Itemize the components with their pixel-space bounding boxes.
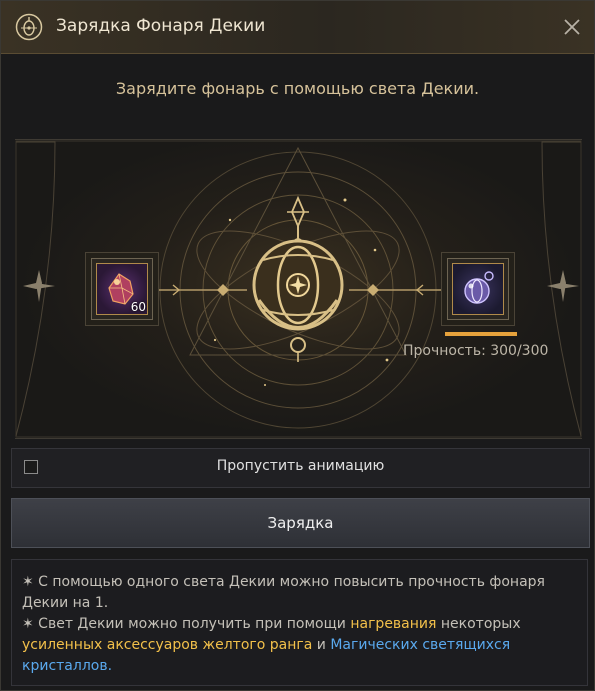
charge-button[interactable]: Зарядка <box>11 498 590 548</box>
output-item-slot[interactable] <box>447 258 509 320</box>
note-line-1: ✶ С помощью одного света Декии можно пов… <box>22 574 545 611</box>
title-bar: Зарядка Фонаря Декии <box>1 1 594 54</box>
right-star-icon <box>547 270 579 302</box>
note-line-2-end: . <box>107 658 113 674</box>
item-count: 60 <box>130 300 146 314</box>
highlight-accessories: усиленных аксессуаров желтого ранга <box>22 637 313 653</box>
durability-label: Прочность: 300/300 <box>403 343 549 359</box>
left-star-icon <box>23 270 55 302</box>
skip-animation-row[interactable]: Пропустить анимацию <box>11 448 590 488</box>
skip-animation-label: Пропустить анимацию <box>216 458 385 474</box>
note-line-2-and: и <box>312 637 331 653</box>
charge-button-label: Зарядка <box>267 514 334 532</box>
durability-fill <box>445 332 517 336</box>
lantern-charge-window: Зарядка Фонаря Декии Зарядите фонарь с п… <box>0 0 595 691</box>
charge-stage: 60 <box>15 139 582 439</box>
note-line-2: ✶ Свет Декии можно получить при помощи н… <box>22 614 577 677</box>
note-line-2-prefix: ✶ Свет Декии можно получить при помощи <box>22 616 351 632</box>
close-icon[interactable] <box>560 15 584 39</box>
input-item-slot[interactable]: 60 <box>91 258 153 320</box>
durability-bar <box>445 332 517 336</box>
highlight-heating: нагревания <box>350 616 437 632</box>
info-notes: ✶ С помощью одного света Декии можно пов… <box>11 559 588 686</box>
notes-text: ✶ С помощью одного света Декии можно пов… <box>22 572 577 677</box>
note-line-2-mid: некоторых <box>436 616 521 632</box>
instruction-text: Зарядите фонарь с помощью света Декии. <box>115 79 480 98</box>
window-title: Зарядка Фонаря Декии <box>56 16 266 36</box>
deqia-lantern-icon <box>452 263 504 315</box>
lantern-icon <box>15 13 43 41</box>
